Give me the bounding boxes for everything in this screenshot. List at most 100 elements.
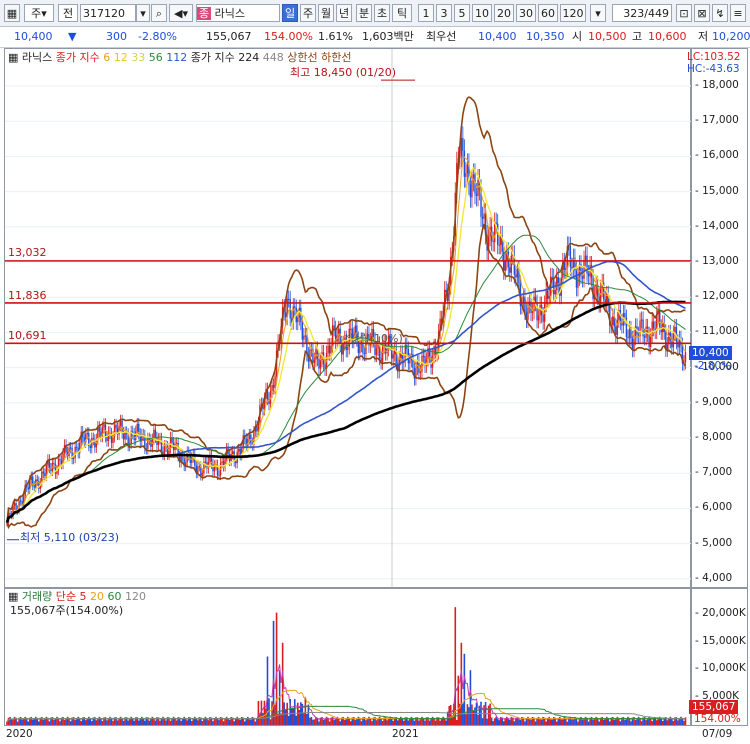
volume-bar <box>401 718 404 725</box>
candle-body <box>350 328 352 330</box>
volume-bar <box>133 720 136 725</box>
tick-btn-5[interactable]: 5 <box>454 4 470 22</box>
candle-body <box>33 485 35 488</box>
tab-period-day[interactable]: 일 <box>282 4 298 22</box>
code-input[interactable]: 317120 <box>80 4 136 22</box>
volume-bar <box>107 718 110 725</box>
volume-bar <box>160 718 163 725</box>
menu-icon[interactable]: ≡ <box>730 4 746 22</box>
volume-bar <box>218 720 220 725</box>
volume-value: 155,067 <box>206 30 252 43</box>
candle-body <box>204 461 207 463</box>
volume-bar <box>492 721 494 725</box>
volume-bar <box>290 708 293 725</box>
tab-period-week[interactable]: 주 <box>300 4 316 22</box>
tick-btn-60[interactable]: 60 <box>538 4 558 22</box>
current-price: 10,400 <box>14 30 53 43</box>
volume-bar <box>677 720 679 725</box>
prefix-box[interactable]: 전 <box>58 4 78 22</box>
stock-name-field[interactable]: 종 라닉스 <box>196 4 280 22</box>
volume-bar <box>413 720 416 725</box>
zoom-icon[interactable]: ⊠ <box>694 4 710 22</box>
price-axis-tick: - 17,000 <box>695 114 739 127</box>
candle-body <box>583 259 585 279</box>
lock-icon[interactable]: ⊡ <box>676 4 692 22</box>
volume-bar <box>243 721 246 725</box>
volume-bar <box>602 719 605 725</box>
volume-bar <box>263 700 266 725</box>
volume-bar <box>345 719 348 725</box>
price-axis-tick: - 9,000 <box>695 395 733 408</box>
volume-bar <box>192 718 195 725</box>
volume-bar <box>180 720 182 725</box>
candle-body <box>36 479 38 482</box>
volume-bar <box>422 718 425 725</box>
candle-body <box>537 315 540 321</box>
volume-bar <box>68 718 70 725</box>
volume-bar <box>121 718 123 725</box>
market-select[interactable]: 주▾ <box>24 4 54 22</box>
high-label: 고 <box>632 30 643 43</box>
candle-body <box>9 512 11 515</box>
volume-bar <box>190 720 193 725</box>
candle-body <box>671 340 673 348</box>
volume-bar <box>440 718 443 725</box>
candle-body <box>509 267 511 273</box>
candle-body <box>297 317 299 323</box>
volume-bar <box>539 719 541 725</box>
volume-bar <box>354 720 357 725</box>
grid-icon[interactable]: ▦ <box>4 4 20 22</box>
tick-btn-10[interactable]: 10 <box>472 4 492 22</box>
tab-period-year[interactable]: 년 <box>336 4 352 22</box>
candle-body <box>106 436 108 442</box>
volume-bar <box>359 718 361 725</box>
tab-period-tick[interactable]: 틱 <box>392 4 412 22</box>
volume-bar <box>555 721 558 725</box>
volume-bar <box>334 719 337 725</box>
volume-bar <box>144 720 146 725</box>
price-chart[interactable] <box>5 49 691 587</box>
volume-bar <box>624 719 626 725</box>
volume-bar <box>42 719 45 725</box>
volume-ma-label: 단순 <box>55 590 77 603</box>
candle-body <box>121 420 123 433</box>
hline-label-3: 10,691 <box>8 329 47 342</box>
volume-legend-icon: ▦ <box>8 590 19 603</box>
tick-dropdown-icon[interactable]: ▾ <box>590 4 606 22</box>
volume-bar <box>262 712 264 725</box>
volume-bar <box>571 719 573 725</box>
candle-body <box>75 446 78 448</box>
toolbar: ▦ 주▾ 전 317120 ▾ ⌕ ◀▾ 종 라닉스 일 주 월 년 분 초 틱… <box>0 0 750 27</box>
volume-bar <box>312 719 314 725</box>
tab-period-second[interactable]: 초 <box>374 4 390 22</box>
indicator-icon[interactable]: ↯ <box>712 4 728 22</box>
volume-bar <box>651 721 653 725</box>
volume-bar <box>428 720 431 725</box>
volume-bar <box>518 719 520 725</box>
volume-ma-5-line <box>6 664 686 723</box>
count-field[interactable]: 323/449 <box>612 4 672 22</box>
volume-bar <box>153 718 155 725</box>
volume-bar <box>671 718 673 725</box>
dropdown-icon[interactable]: ▾ <box>136 4 150 22</box>
volume-bar <box>678 718 681 725</box>
candle-body <box>624 312 626 318</box>
candle-body <box>548 295 550 299</box>
sound-icon[interactable]: ◀▾ <box>169 4 193 22</box>
tab-period-month[interactable]: 월 <box>318 4 334 22</box>
tick-btn-30[interactable]: 30 <box>516 4 536 22</box>
search-icon[interactable]: ⌕ <box>151 4 167 22</box>
volume-bar <box>639 718 641 725</box>
tick-btn-1[interactable]: 1 <box>418 4 434 22</box>
tab-period-minute[interactable]: 분 <box>356 4 372 22</box>
tick-btn-3[interactable]: 3 <box>436 4 452 22</box>
candle-body <box>103 424 105 428</box>
candle-body <box>616 319 619 335</box>
volume-bar <box>159 720 161 725</box>
tick-btn-20[interactable]: 20 <box>494 4 514 22</box>
hline-label-1: 13,032 <box>8 246 47 259</box>
volume-bar <box>430 718 432 725</box>
volume-bar <box>269 719 272 725</box>
tick-btn-120[interactable]: 120 <box>560 4 586 22</box>
price-axis-tick: - 12,000 <box>695 290 739 303</box>
